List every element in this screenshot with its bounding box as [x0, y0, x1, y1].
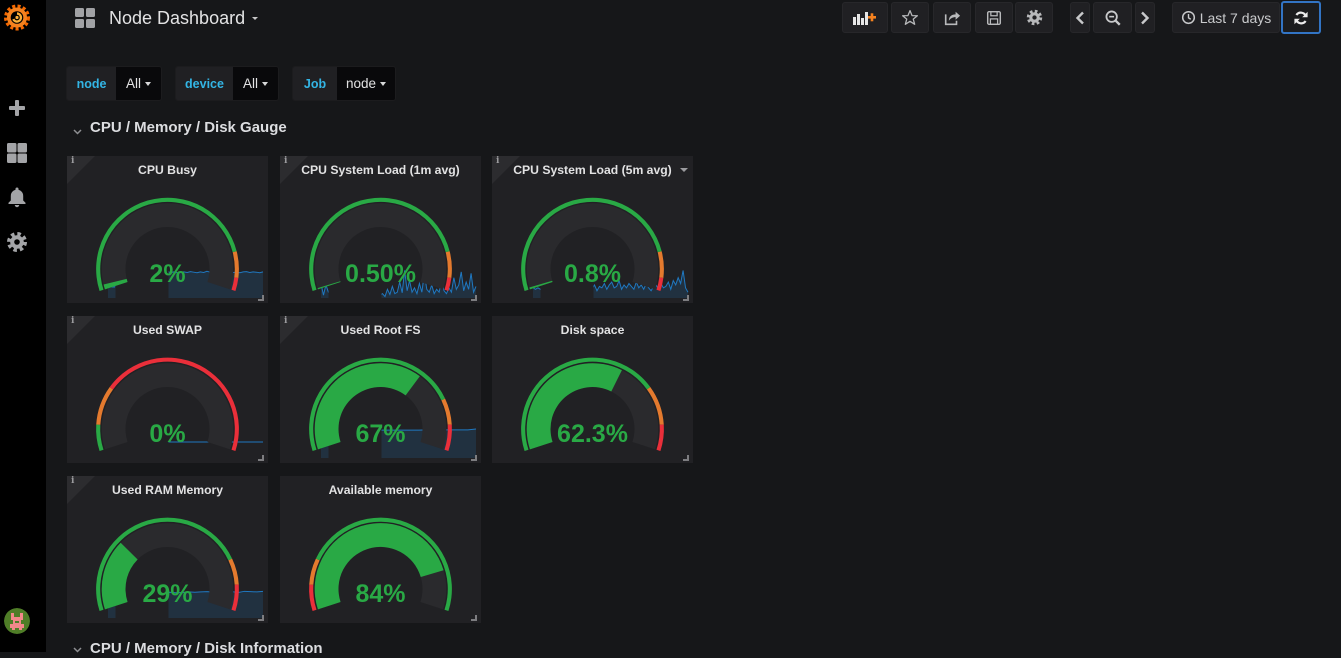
refresh-icon — [1294, 11, 1308, 24]
time-shift-forward-button[interactable] — [1135, 2, 1155, 33]
panel-used-swap: i Used SWAP 0% — [67, 316, 268, 463]
panel-available-memory: i Available memory 84% — [280, 476, 481, 623]
resize-handle[interactable] — [683, 295, 689, 301]
variable-job: Job node — [292, 66, 396, 101]
dashboard-grid-icon — [75, 8, 95, 28]
sidebar-item-alerting[interactable] — [5, 185, 29, 209]
time-range-picker[interactable]: Last 7 days — [1172, 2, 1280, 33]
panel-title[interactable]: Used Root FS — [280, 322, 481, 338]
add-panel-icon — [853, 11, 876, 25]
resize-handle[interactable] — [471, 295, 477, 301]
caret-down-icon — [380, 81, 387, 86]
star-icon — [901, 9, 919, 25]
panel-cpu-load-5m: i CPU System Load (5m avg) 0.8% — [492, 156, 693, 303]
variable-job-select[interactable]: node — [337, 67, 395, 100]
dashboards-icon — [7, 143, 27, 163]
panel-title[interactable]: CPU Busy — [67, 162, 268, 178]
bell-icon — [8, 187, 26, 208]
row-collapse-chevron-icon[interactable] — [72, 646, 83, 654]
resize-handle[interactable] — [258, 455, 264, 461]
resize-handle[interactable] — [258, 295, 264, 301]
variable-device: device All — [175, 66, 279, 101]
caret-down-icon — [262, 81, 268, 86]
user-avatar[interactable] — [4, 608, 30, 634]
gauge-value: 0.8% — [564, 260, 621, 288]
variable-label: node — [67, 67, 116, 100]
variable-node: node All — [66, 66, 162, 101]
resize-handle[interactable] — [471, 455, 477, 461]
caret-down-icon — [145, 81, 151, 86]
sidebar-item-configuration[interactable] — [5, 230, 29, 254]
chevron-right-icon — [1141, 11, 1150, 24]
panel-title[interactable]: Available memory — [280, 482, 481, 498]
sidebar — [0, 0, 46, 652]
grafana-logo[interactable] — [3, 3, 31, 31]
panel-cpu-busy: i CPU Busy 2% — [67, 156, 268, 303]
row-collapse-chevron-icon[interactable] — [72, 128, 83, 136]
plus-icon — [9, 100, 25, 116]
save-button[interactable] — [975, 2, 1013, 33]
gauge-value: 67% — [355, 420, 406, 448]
dashboard-title-picker[interactable]: Node Dashboard — [109, 6, 259, 30]
panel-title[interactable]: CPU System Load (5m avg) — [492, 162, 693, 178]
resize-handle[interactable] — [471, 615, 477, 621]
time-shift-back-button[interactable] — [1070, 2, 1090, 33]
sidebar-item-create[interactable] — [5, 96, 29, 120]
star-button[interactable] — [891, 2, 929, 33]
gauge-value: 2% — [149, 260, 186, 288]
panel-title[interactable]: Used SWAP — [67, 322, 268, 338]
panel-title[interactable]: Disk space — [492, 322, 693, 338]
refresh-button[interactable] — [1281, 1, 1321, 34]
row-title[interactable]: CPU / Memory / Disk Information — [90, 640, 323, 658]
panel-used-root-fs: i Used Root FS 67% — [280, 316, 481, 463]
variable-label: device — [176, 67, 233, 100]
share-button[interactable] — [933, 2, 971, 33]
gauge-value: 29% — [142, 580, 193, 608]
gear-icon — [1026, 9, 1042, 26]
chevron-left-icon — [1075, 11, 1084, 24]
resize-handle[interactable] — [258, 615, 264, 621]
sidebar-item-dashboards[interactable] — [5, 141, 29, 165]
variable-value: node — [345, 76, 377, 91]
gauge-value: 62.3% — [557, 420, 628, 448]
variable-value: All — [125, 76, 141, 91]
gauge-value: 84% — [355, 580, 406, 608]
gauge-value: 0.50% — [345, 260, 416, 288]
share-icon — [944, 11, 961, 25]
avatar-icon — [4, 608, 30, 634]
row-title[interactable]: CPU / Memory / Disk Gauge — [90, 119, 287, 137]
gear-icon — [7, 232, 27, 252]
panel-title[interactable]: CPU System Load (1m avg) — [280, 162, 481, 178]
caret-down-icon — [252, 16, 259, 20]
zoom-out-button[interactable] — [1093, 2, 1132, 33]
resize-handle[interactable] — [683, 455, 689, 461]
save-icon — [986, 10, 1002, 25]
variable-device-select[interactable]: All — [233, 67, 278, 100]
gauge-value: 0% — [149, 420, 186, 448]
variable-label: Job — [293, 67, 337, 100]
panel-cpu-load-1m: i CPU System Load (1m avg) 0.50% — [280, 156, 481, 303]
panel-disk-space: i Disk space 62.3% — [492, 316, 693, 463]
panel-used-ram-memory: i Used RAM Memory 29% — [67, 476, 268, 623]
time-range-label: Last 7 days — [1199, 9, 1272, 26]
panel-menu-caret-icon[interactable] — [680, 168, 688, 172]
add-panel-button[interactable] — [842, 2, 888, 33]
variable-node-select[interactable]: All — [116, 67, 161, 100]
variable-value: All — [242, 76, 258, 91]
dashboard-settings-button[interactable] — [1015, 2, 1053, 33]
dashboard-title: Node Dashboard — [109, 8, 246, 28]
panel-title[interactable]: Used RAM Memory — [67, 482, 268, 498]
grafana-logo-icon — [4, 4, 30, 31]
zoom-out-icon — [1105, 10, 1121, 26]
clock-icon — [1181, 10, 1195, 25]
